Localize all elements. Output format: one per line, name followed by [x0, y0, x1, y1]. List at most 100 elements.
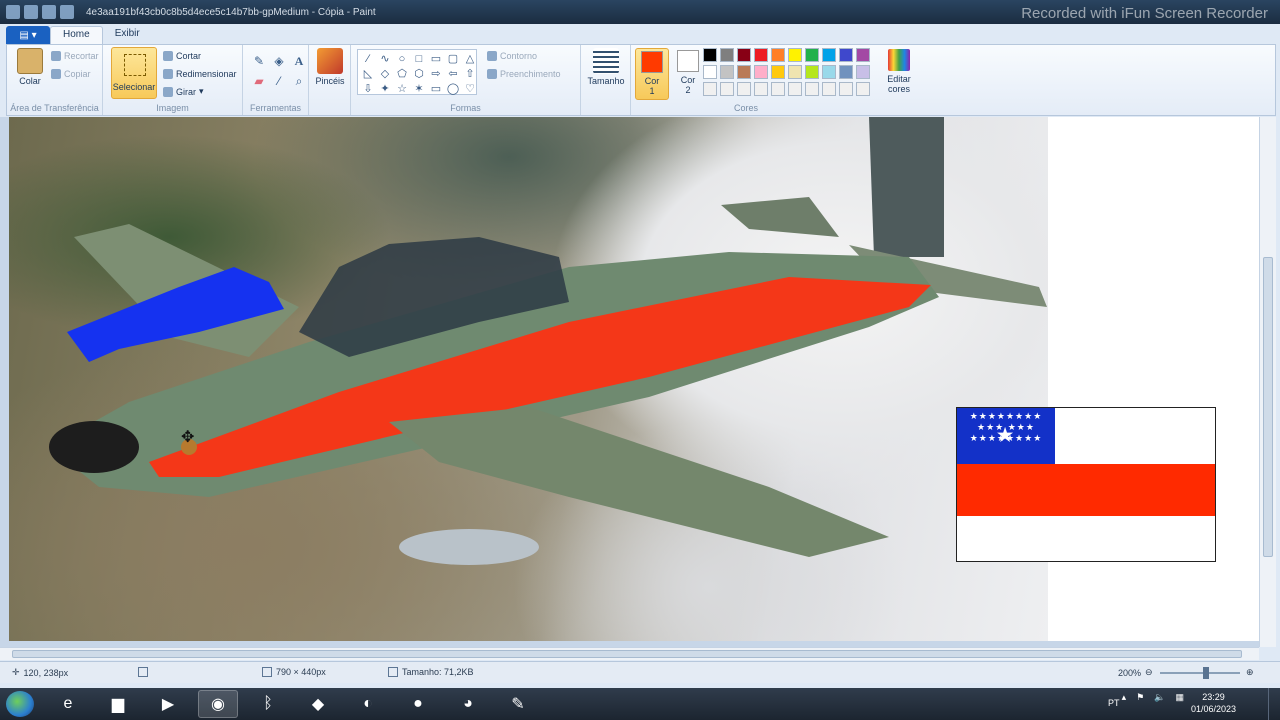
volume-icon[interactable]: 🔈: [1154, 692, 1165, 703]
palette-swatch[interactable]: [839, 82, 853, 96]
rotate-button[interactable]: Girar ▾: [163, 86, 204, 97]
palette-swatch[interactable]: [771, 48, 785, 62]
palette-swatch[interactable]: [839, 65, 853, 79]
brushes-button[interactable]: Pincéis: [313, 48, 347, 86]
zoom-in-icon[interactable]: ⊕: [1246, 667, 1254, 678]
color2-button[interactable]: Cor 2: [671, 48, 705, 100]
shape-option[interactable]: ∕: [360, 52, 376, 66]
palette-swatch[interactable]: [720, 65, 734, 79]
palette-swatch[interactable]: [822, 82, 836, 96]
color-picker-icon[interactable]: ⁄: [271, 73, 287, 89]
palette-swatch[interactable]: [856, 82, 870, 96]
palette-swatch[interactable]: [737, 82, 751, 96]
bluetooth-icon[interactable]: ᛒ: [248, 690, 288, 718]
size-button[interactable]: Tamanho: [587, 48, 625, 86]
palette-swatch[interactable]: [754, 48, 768, 62]
shape-option[interactable]: ◯: [445, 82, 461, 96]
zoom-slider-knob[interactable]: [1203, 667, 1209, 679]
language-indicator[interactable]: PT: [1108, 698, 1120, 708]
shape-option[interactable]: ○: [394, 52, 410, 66]
palette-swatch[interactable]: [720, 82, 734, 96]
palette-swatch[interactable]: [771, 65, 785, 79]
palette-swatch[interactable]: [822, 65, 836, 79]
shape-option[interactable]: ⬡: [411, 67, 427, 81]
resize-button[interactable]: Redimensionar: [163, 69, 237, 79]
internet-explorer-icon[interactable]: e: [48, 690, 88, 718]
eraser-icon[interactable]: ▰: [251, 73, 267, 89]
tab-home[interactable]: Home: [50, 26, 103, 44]
shape-option[interactable]: □: [411, 52, 427, 66]
shape-option[interactable]: ▭: [428, 82, 444, 96]
undo-icon[interactable]: [42, 5, 56, 19]
palette-swatch[interactable]: [856, 65, 870, 79]
shape-option[interactable]: ⬠: [394, 67, 410, 81]
palette-swatch[interactable]: [788, 65, 802, 79]
palette-swatch[interactable]: [805, 82, 819, 96]
palette-swatch[interactable]: [737, 65, 751, 79]
shape-option[interactable]: ✦: [377, 82, 393, 96]
fill-button[interactable]: Preenchimento: [487, 69, 561, 79]
redo-icon[interactable]: [60, 5, 74, 19]
pencil-icon[interactable]: ✎: [251, 53, 267, 69]
fill-icon[interactable]: ◈: [271, 53, 287, 69]
media-player-icon[interactable]: ▶: [148, 690, 188, 718]
palette-swatch[interactable]: [703, 82, 717, 96]
clock[interactable]: 23:29 01/06/2023: [1191, 691, 1236, 715]
palette-swatch[interactable]: [771, 82, 785, 96]
outline-button[interactable]: Contorno: [487, 51, 537, 61]
shape-option[interactable]: ∿: [377, 52, 393, 66]
shape-option[interactable]: ▭: [428, 52, 444, 66]
paint-icon[interactable]: ✎: [498, 690, 538, 718]
palette-swatch[interactable]: [720, 48, 734, 62]
shape-option[interactable]: ⇨: [428, 67, 444, 81]
chrome-icon[interactable]: ◉: [198, 690, 238, 718]
canvas[interactable]: ★★★★★★★★ ★★★ ★★★ ★★★★★★★★ ★ ✥: [9, 117, 1259, 641]
palette-swatch[interactable]: [839, 48, 853, 62]
edge-icon[interactable]: ◐: [348, 690, 388, 718]
cut-button[interactable]: Recortar: [51, 51, 99, 61]
paint-app-icon[interactable]: [6, 5, 20, 19]
palette-swatch[interactable]: [703, 48, 717, 62]
palette-swatch[interactable]: [805, 65, 819, 79]
horizontal-scroll-thumb[interactable]: [12, 650, 1242, 658]
edit-colors-button[interactable]: Editar cores: [881, 48, 917, 94]
save-icon[interactable]: [24, 5, 38, 19]
color1-button[interactable]: Cor 1: [635, 48, 669, 100]
firefox-icon[interactable]: ◕: [448, 690, 488, 718]
palette-swatch[interactable]: [788, 82, 802, 96]
palette-swatch[interactable]: [822, 48, 836, 62]
flag-tray-icon[interactable]: ⚑: [1136, 692, 1144, 703]
zoom-out-icon[interactable]: ⊖: [1145, 667, 1153, 678]
file-menu-button[interactable]: ▤ ▾: [6, 26, 50, 44]
select-button[interactable]: Selecionar: [111, 47, 157, 99]
copy-button[interactable]: Copiar: [51, 69, 91, 79]
shape-option[interactable]: ◇: [377, 67, 393, 81]
vertical-scroll-thumb[interactable]: [1263, 257, 1273, 557]
palette-swatch[interactable]: [703, 65, 717, 79]
shape-option[interactable]: ▢: [445, 52, 461, 66]
horizontal-scrollbar[interactable]: [0, 647, 1259, 660]
shape-option[interactable]: △: [462, 52, 478, 66]
shape-option[interactable]: ✶: [411, 82, 427, 96]
zoom-slider[interactable]: [1160, 672, 1240, 674]
vertical-scrollbar[interactable]: [1259, 117, 1276, 647]
paste-button[interactable]: Colar: [13, 48, 47, 86]
palette-swatch[interactable]: [788, 48, 802, 62]
palette-swatch[interactable]: [805, 48, 819, 62]
text-icon[interactable]: A: [291, 53, 307, 69]
tab-exibir[interactable]: Exibir: [103, 26, 152, 44]
crop-button[interactable]: Cortar: [163, 51, 201, 61]
shape-option[interactable]: ⇩: [360, 82, 376, 96]
file-explorer-icon[interactable]: ▆: [98, 690, 138, 718]
shapes-gallery[interactable]: ∕ ∿ ○ □ ▭ ▢ △ ◺ ◇ ⬠ ⬡ ⇨ ⇦ ⇧ ⇩ ✦ ☆ ✶ ▭ ◯ ♡: [357, 49, 477, 95]
palette-swatch[interactable]: [754, 82, 768, 96]
start-button[interactable]: [6, 691, 34, 717]
shape-option[interactable]: ♡: [462, 82, 478, 96]
shape-option[interactable]: ☆: [394, 82, 410, 96]
show-desktop-button[interactable]: [1268, 688, 1280, 720]
network-icon[interactable]: ▦: [1175, 692, 1184, 703]
magnifier-icon[interactable]: ⌕: [291, 73, 307, 89]
shape-option[interactable]: ⇦: [445, 67, 461, 81]
shield-app-icon[interactable]: ◆: [298, 690, 338, 718]
shape-option[interactable]: ⇧: [462, 67, 478, 81]
